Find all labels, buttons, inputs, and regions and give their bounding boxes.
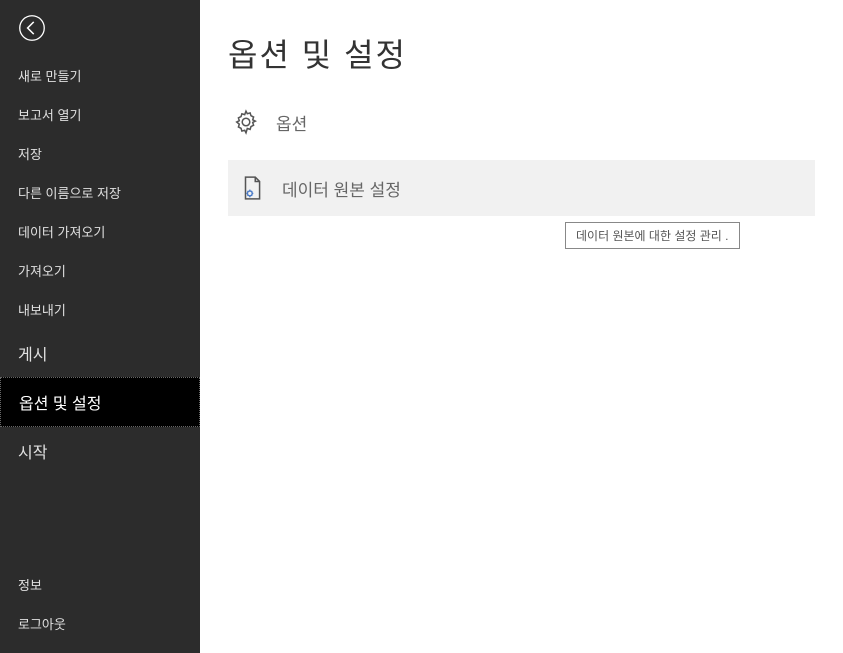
back-button[interactable] — [14, 10, 50, 46]
sidebar-item-save-as[interactable]: 다른 이름으로 저장 — [0, 173, 200, 212]
sidebar-bottom: 정보 로그아웃 — [0, 565, 200, 653]
document-gear-icon — [238, 174, 266, 202]
data-source-settings-button[interactable]: 데이터 원본 설정 — [228, 160, 815, 216]
main-content: 옵션 및 설정 옵션 데이터 원본 설정 데이터 원본에 대한 설정 관리 . — [200, 0, 843, 653]
sidebar-item-export[interactable]: 내보내기 — [0, 290, 200, 329]
sidebar: 새로 만들기 보고서 열기 저장 다른 이름으로 저장 데이터 가져오기 가져오… — [0, 0, 200, 653]
data-source-label: 데이터 원본 설정 — [282, 176, 401, 201]
sidebar-item-get-data[interactable]: 데이터 가져오기 — [0, 212, 200, 251]
sidebar-spacer — [0, 475, 200, 565]
tooltip: 데이터 원본에 대한 설정 관리 . — [565, 222, 740, 249]
sidebar-item-info[interactable]: 정보 — [0, 565, 200, 604]
gear-icon — [232, 108, 260, 136]
sidebar-item-new[interactable]: 새로 만들기 — [0, 56, 200, 95]
sidebar-item-logout[interactable]: 로그아웃 — [0, 604, 200, 643]
sidebar-item-start[interactable]: 시작 — [0, 427, 200, 475]
back-arrow-icon — [18, 14, 46, 42]
options-label: 옵션 — [276, 110, 307, 135]
page-title: 옵션 및 설정 — [228, 30, 815, 76]
options-button[interactable]: 옵션 — [228, 100, 815, 144]
sidebar-item-save[interactable]: 저장 — [0, 134, 200, 173]
sidebar-item-open-report[interactable]: 보고서 열기 — [0, 95, 200, 134]
sidebar-item-publish[interactable]: 게시 — [0, 329, 200, 377]
sidebar-items: 새로 만들기 보고서 열기 저장 다른 이름으로 저장 데이터 가져오기 가져오… — [0, 56, 200, 653]
sidebar-item-import[interactable]: 가져오기 — [0, 251, 200, 290]
sidebar-item-options-settings[interactable]: 옵션 및 설정 — [0, 377, 200, 427]
